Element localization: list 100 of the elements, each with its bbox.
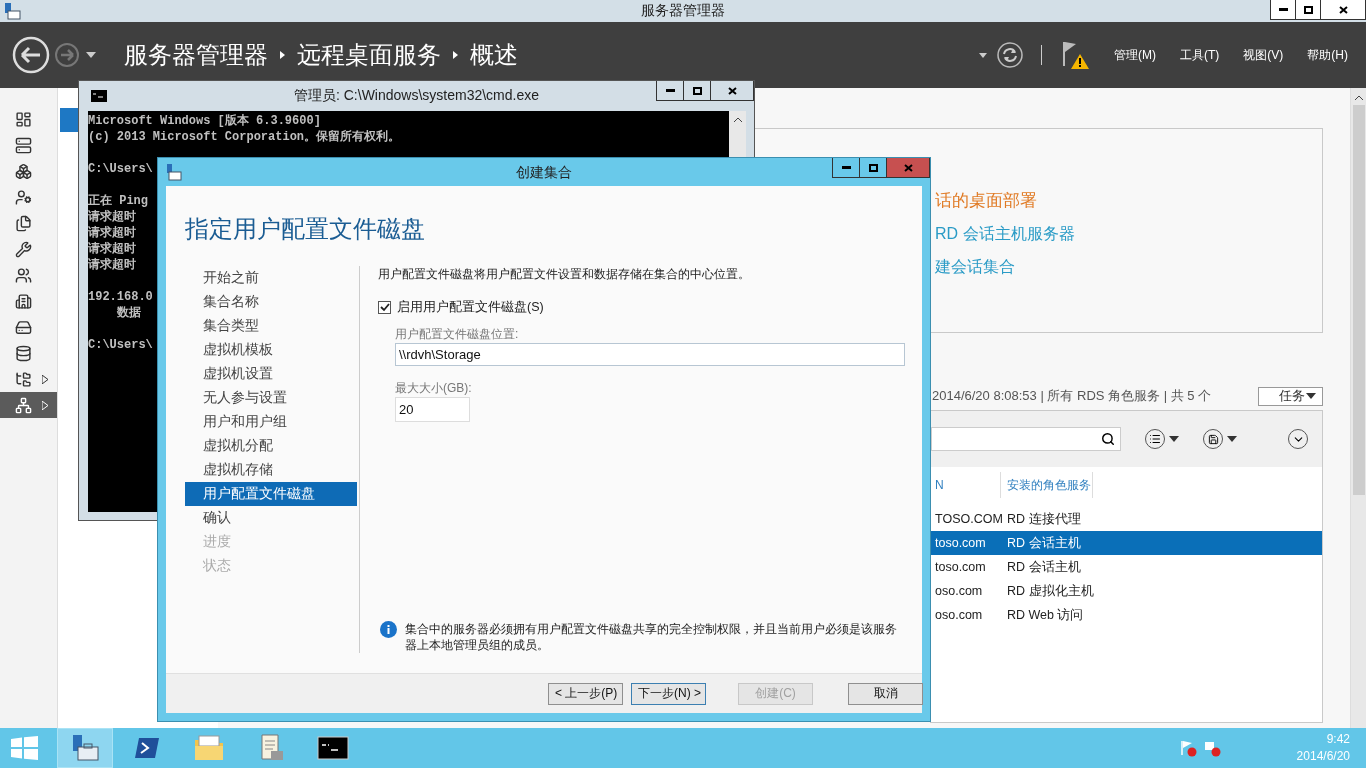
menu-item[interactable]: 管理(M) [1114,46,1156,64]
console-line: Microsoft Windows [版本 6.3.9600] [88,113,321,129]
network-error-icon[interactable] [1202,739,1221,757]
menu-item[interactable]: 工具(T) [1180,46,1220,64]
location-field[interactable]: \\rdvh\Storage [395,343,905,366]
caret-icon[interactable] [1169,436,1179,442]
flag-warning-icon[interactable] [1060,40,1090,70]
console-line: C:\Users\ [88,161,153,177]
table-cell-text: toso.com [934,536,987,550]
window-title: 管理员: C:\Windows\system32\cmd.exe [293,87,540,105]
start-icon[interactable] [11,736,39,760]
check-icon [379,303,390,312]
size-field[interactable]: 20 [395,397,470,422]
wizard-step[interactable]: 虚拟机分配 [185,434,357,458]
window-title: 服务器管理器 [641,2,725,20]
dialog-button[interactable]: 取消 [848,682,923,705]
table-cell-text: TOSO.COM [934,512,1001,526]
breadcrumb-separator-icon [280,51,285,59]
console-line: (c) 2013 Microsoft Corporation。保留所有权利。 [88,129,401,145]
clock-time: 9:42 [1326,731,1350,748]
table-row[interactable]: TOSO.COM RD 连接代理 [931,507,1322,531]
wizard-step[interactable]: 虚拟机模板 [185,338,357,362]
maximize-icon [1303,5,1313,14]
console-line: 请求超时 [88,209,136,225]
minimize-icon [665,89,675,92]
wizard-step[interactable]: 确认 [185,506,357,530]
wizard-step[interactable]: 虚拟机存储 [185,458,357,482]
close-button[interactable] [1320,0,1366,20]
users-icon [15,266,32,284]
minimize-button[interactable] [1270,0,1296,20]
table-cell-text: oso.com [934,584,984,598]
caret-icon[interactable] [979,52,987,58]
back-icon[interactable] [12,36,50,74]
field-label: 用户配置文件磁盘位置: [395,326,519,343]
maximize-icon [868,163,878,172]
minimize-button[interactable] [656,81,684,101]
page-heading: 指定用户配置文件磁盘 [185,214,425,244]
table-cell-text: RD 会话主机 [1006,534,1082,552]
menu-item[interactable]: 帮助(H) [1307,46,1348,64]
breadcrumb-item[interactable]: 远程桌面服务 [297,39,441,71]
wizard-step[interactable]: 集合类型 [185,314,357,338]
wizard-step[interactable]: 虚拟机设置 [185,362,357,386]
breadcrumb-separator-icon [453,51,458,59]
scrollbar[interactable] [1350,88,1366,728]
enable-checkbox[interactable]: 启用用户配置文件磁盘(S) [378,299,544,316]
server-manager-icon [166,163,182,181]
breadcrumb-item[interactable]: 服务器管理器 [124,39,268,71]
wizard-step[interactable]: 无人参与设置 [185,386,357,410]
caret-icon[interactable] [86,52,96,58]
drive-icon [15,318,32,336]
table-cell-text: toso.com [934,560,987,574]
boxes-icon [15,162,32,180]
expand-icon[interactable] [42,374,48,384]
caret-icon [1306,393,1316,399]
flag-error-icon[interactable] [1178,739,1197,757]
breadcrumb-item[interactable]: 概述 [470,39,518,71]
powershell-icon [134,736,160,760]
app-icon [4,2,22,20]
folder-icon [193,734,225,762]
caret-icon[interactable] [1227,436,1237,442]
minimize-button[interactable] [832,158,860,178]
console-line: 请求超时 [88,225,136,241]
building-icon [15,292,32,310]
column-header[interactable]: 安装的角色服务 [1001,472,1093,498]
menu-item[interactable]: 视图(V) [1243,46,1284,64]
wizard-step[interactable]: 用户配置文件磁盘 [185,482,357,506]
wizard-step[interactable]: 集合名称 [185,290,357,314]
server-icon [15,136,32,154]
wizard-step[interactable]: 用户和用户组 [185,410,357,434]
table-row[interactable]: oso.com RD 虚拟化主机 [931,579,1322,603]
table-row[interactable]: toso.com RD 会话主机 [931,531,1322,555]
table-row[interactable]: oso.com RD Web 访问 [931,603,1322,627]
command-prompt-icon [317,736,349,760]
wizard-step[interactable]: 开始之前 [185,266,357,290]
minimize-icon [1278,8,1288,11]
dialog-button[interactable]: < 上一步(P) [548,682,623,705]
tasks-button[interactable]: 任务 [1258,386,1323,406]
table-row[interactable]: toso.com RD 会话主机 [931,555,1322,579]
servers-summary: 2014/6/20 8:08:53 | 所有 RDS 角色服务 | 共 5 个 [932,387,1212,405]
sidebar-item[interactable] [0,392,57,418]
dialog-button[interactable]: 下一步(N) > [631,682,706,705]
close-icon [727,86,737,95]
maximize-button[interactable] [1295,0,1321,20]
network-icon [15,396,32,414]
window-title: 创建集合 [516,164,572,182]
server-manager-icon [70,733,100,763]
description-text: 用户配置文件磁盘将用户配置文件设置和数据存储在集合的中心位置。 [378,266,750,283]
clock-date: 2014/6/20 [1296,748,1350,765]
console-line: 192.168.0 [88,289,153,305]
table-cell-text: RD 会话主机 [1006,558,1082,576]
scroll-up-icon[interactable] [1353,94,1364,101]
database-icon [15,344,32,362]
filter-field[interactable] [931,427,1121,451]
refresh-icon[interactable] [997,42,1023,68]
close-button[interactable] [710,81,754,101]
console-line: C:\Users\ [88,337,153,353]
close-icon [903,163,913,172]
table-cell-text: RD Web 访问 [1006,606,1085,624]
scroll-up-icon[interactable] [732,116,743,123]
close-icon [1338,5,1348,14]
